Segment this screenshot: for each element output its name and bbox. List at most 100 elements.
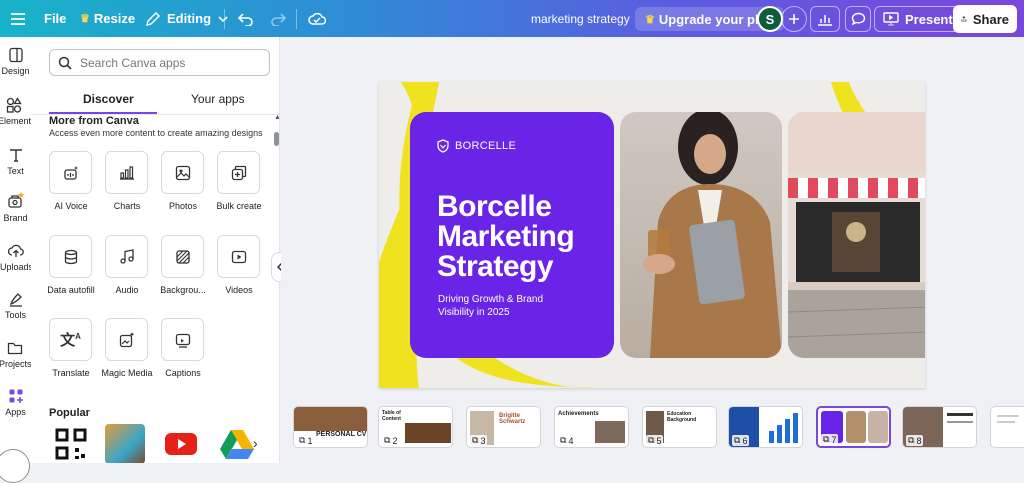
app-captions[interactable]: Captions <box>161 318 204 379</box>
app-bulk-create[interactable]: Bulk create <box>216 151 262 212</box>
rail-item-brand[interactable]: Brand <box>0 192 31 223</box>
page-number-value: 1 <box>307 435 313 446</box>
app-photos[interactable]: Photos <box>161 151 204 212</box>
thumbnail-page-8[interactable]: ⧉ 8 <box>902 406 977 448</box>
thumbnail-bar <box>777 425 782 443</box>
thumbnail-page-7-selected[interactable]: ⧉ 7 <box>816 406 891 448</box>
undo-icon[interactable] <box>238 0 254 37</box>
thumbnail-preview <box>868 411 888 443</box>
rail-item-tools[interactable]: Tools <box>0 291 31 320</box>
app-label: Videos <box>225 285 253 295</box>
thumbnail-page-4[interactable]: Achievements ⧉ 4 <box>554 406 629 448</box>
ai-image-app-icon[interactable] <box>105 424 145 463</box>
thumbnail-page-6[interactable]: ⧉ 6 <box>728 406 803 448</box>
editing-label: Editing <box>167 11 212 26</box>
page-number: ⧉ 6 <box>732 435 750 446</box>
rail-label: Uploads <box>0 262 34 272</box>
scroll-up-icon[interactable]: ▲ <box>274 114 279 121</box>
projects-icon <box>0 340 30 356</box>
apps-panel: Search Canva apps Discover Your apps Mor… <box>31 37 280 463</box>
thumbnail-page-2[interactable]: Table of Content ⧉ 2 <box>378 406 453 448</box>
editing-mode-button[interactable]: Editing <box>145 0 229 37</box>
share-button[interactable]: Share <box>953 5 1017 33</box>
magic-assistant-icon[interactable] <box>0 449 30 483</box>
design-icon <box>0 47 31 63</box>
qr-code-app-icon[interactable] <box>51 424 91 463</box>
avatar[interactable]: S <box>757 6 783 32</box>
rail-item-text[interactable]: Text <box>0 147 31 176</box>
thumbnail-text: PERSONAL CV <box>316 431 367 438</box>
title-card[interactable]: BORCELLE Borcelle Marketing Strategy Dri… <box>410 112 614 358</box>
redo-icon[interactable] <box>270 0 286 37</box>
thumb-icon: ⧉ <box>384 435 391 445</box>
data-autofill-icon <box>49 235 92 278</box>
menu-icon[interactable] <box>10 0 26 37</box>
tab-discover[interactable]: Discover <box>83 92 134 106</box>
app-label: Bulk create <box>216 201 262 211</box>
rail-item-uploads[interactable]: Uploads <box>0 243 34 272</box>
app-label: Charts <box>113 201 141 211</box>
page-number-value: 4 <box>568 435 574 446</box>
app-audio[interactable]: Audio <box>105 235 148 296</box>
brand-name: BORCELLE <box>455 140 517 152</box>
slide-canvas[interactable]: BORCELLE Borcelle Marketing Strategy Dri… <box>379 82 925 388</box>
page-thumbnails: PERSONAL CV ⧉ 1 Table of Content ⧉ 2 Brigi… <box>281 399 1024 463</box>
thumbnail-text: Brigitte Schwartz <box>499 413 526 425</box>
rail-label: Tools <box>4 310 26 320</box>
rail-label: Apps <box>5 407 26 417</box>
search-input[interactable]: Search Canva apps <box>49 49 270 76</box>
headline-line: Strategy <box>437 250 554 283</box>
youtube-app-icon[interactable] <box>161 424 201 463</box>
rail-item-elements[interactable]: Elements <box>0 97 36 126</box>
page-number-value: 5 <box>656 435 662 446</box>
insights-icon[interactable] <box>810 6 840 32</box>
apps-icon <box>0 388 31 404</box>
crown-icon: ♛ <box>80 13 90 25</box>
file-menu[interactable]: File <box>44 0 66 37</box>
app-videos[interactable]: Videos <box>217 235 260 296</box>
cloud-saved-icon[interactable] <box>308 0 326 37</box>
slide-subtitle[interactable]: Driving Growth & Brand Visibility in 202… <box>438 293 558 319</box>
share-label: Share <box>972 11 1009 27</box>
elements-icon <box>0 97 29 113</box>
captions-icon <box>161 318 204 361</box>
rail-item-apps[interactable]: Apps <box>0 388 31 417</box>
page-number: ⧉ 8 <box>906 435 924 446</box>
thumbnail-bar <box>769 431 774 443</box>
page-number-value: 8 <box>916 435 922 446</box>
brand-logo: BORCELLE <box>436 139 516 153</box>
document-title[interactable]: marketing strategy <box>531 0 630 37</box>
app-data-autofill[interactable]: Data autofill <box>47 235 95 296</box>
slide-headline[interactable]: Borcelle Marketing Strategy <box>437 192 575 283</box>
app-charts[interactable]: Charts <box>105 151 148 212</box>
present-icon <box>883 12 899 26</box>
shopfront-photo[interactable] <box>788 112 925 358</box>
comment-icon[interactable] <box>845 6 871 32</box>
tab-your-apps[interactable]: Your apps <box>191 92 245 106</box>
app-ai-voice[interactable]: AI Voice <box>49 151 92 212</box>
rail-item-projects[interactable]: Projects <box>0 340 32 369</box>
page-number: ⧉ 5 <box>646 435 664 446</box>
search-icon <box>58 56 72 70</box>
thumbnail-text: Table of Content <box>382 410 401 422</box>
scrollbar-thumb[interactable] <box>274 132 279 146</box>
google-drive-app-icon[interactable] <box>217 424 257 463</box>
app-backgrounds[interactable]: Backgrou... <box>160 235 206 296</box>
thumbnail-page-1[interactable]: PERSONAL CV ⧉ 1 <box>293 406 368 448</box>
thumb-icon: ⧉ <box>299 435 306 445</box>
page-number: ⧉ 4 <box>558 435 576 446</box>
resize-button[interactable]: ♛ Resize <box>80 0 135 37</box>
woman-with-coffee-photo[interactable] <box>620 112 782 358</box>
thumbnail-line <box>997 421 1015 423</box>
thumbnail-page-5[interactable]: Education Background ⧉ 5 <box>642 406 717 448</box>
thumbnail-page-3[interactable]: Brigitte Schwartz ⧉ 3 <box>466 406 541 448</box>
thumbnail-text: Achievements <box>558 411 599 417</box>
app-magic-media[interactable]: Magic Media <box>101 318 153 379</box>
rail-item-design[interactable]: Design <box>0 47 31 76</box>
add-collaborator-icon[interactable] <box>781 6 807 32</box>
thumbnail-line <box>947 421 973 423</box>
app-translate[interactable]: 文A Translate <box>49 318 92 379</box>
present-button[interactable]: Present <box>874 6 962 32</box>
chevron-right-icon[interactable]: › <box>253 435 258 451</box>
thumbnail-page-9[interactable] <box>990 406 1024 448</box>
